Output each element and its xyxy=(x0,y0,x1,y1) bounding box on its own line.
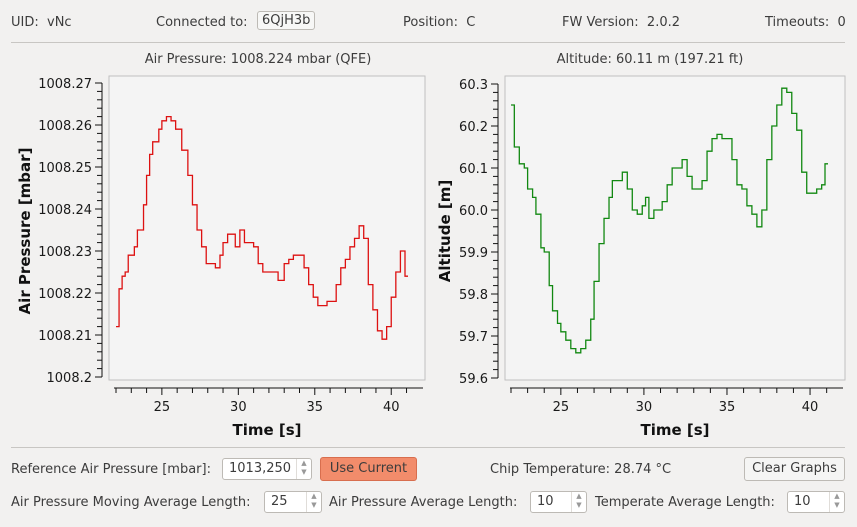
spin-arrows-icon[interactable]: ▲ ▼ xyxy=(829,492,844,512)
x-tick-label: 25 xyxy=(553,400,570,415)
y-tick-label: 60.3 xyxy=(459,78,488,93)
y-tick-label: 59.8 xyxy=(459,288,488,303)
x-tick-label: 30 xyxy=(636,400,653,415)
spin-arrows-icon[interactable]: ▲ ▼ xyxy=(306,492,321,512)
temperature-average-spinbox[interactable]: 10 ▲ ▼ xyxy=(787,491,845,513)
pressure-average-value[interactable]: 10 xyxy=(537,494,554,509)
temperature-average-label: Temperate Average Length: xyxy=(595,495,775,510)
chip-temperature-readout: Chip Temperature: 28.74 °C xyxy=(490,462,672,477)
x-axis-label: Time [s] xyxy=(640,421,709,439)
x-tick-label: 40 xyxy=(802,400,819,415)
y-tick-label: 60.0 xyxy=(459,204,488,219)
use-current-button[interactable]: Use Current xyxy=(320,457,417,481)
y-tick-label: 60.2 xyxy=(459,120,488,135)
y-tick-label: 59.6 xyxy=(459,372,488,387)
reference-pressure-label: Reference Air Pressure [mbar]: xyxy=(11,462,211,477)
y-tick-labels: 59.6 59.7 59.8 59.9 60.0 60.1 60.2 60.3 xyxy=(459,78,488,387)
spin-arrows-icon[interactable]: ▲ ▼ xyxy=(571,492,586,512)
chart-svg: 59.6 59.7 59.8 59.9 60.0 60.1 60.2 60.3 25 30 35 40… xyxy=(436,75,846,439)
y-axis-label: Altitude [m] xyxy=(436,180,454,282)
controls-divider xyxy=(11,447,845,448)
spin-arrows-icon[interactable]: ▲ ▼ xyxy=(296,459,311,479)
y-tick-label: 59.9 xyxy=(459,246,488,261)
temperature-average-value[interactable]: 10 xyxy=(794,494,811,509)
y-tick-label: 59.7 xyxy=(459,330,488,345)
pressure-average-spinbox[interactable]: 10 ▲ ▼ xyxy=(530,491,587,513)
clear-graphs-button[interactable]: Clear Graphs xyxy=(744,457,845,481)
reference-pressure-spinbox[interactable]: 1013,250 ▲ ▼ xyxy=(222,458,312,480)
x-tick-label: 35 xyxy=(719,400,736,415)
plot-area xyxy=(504,75,846,381)
pressure-average-label: Air Pressure Average Length: xyxy=(329,495,518,510)
moving-average-label: Air Pressure Moving Average Length: xyxy=(11,495,251,510)
altitude-chart: 59.6 59.7 59.8 59.9 60.0 60.1 60.2 60.3 25 30 35 40… xyxy=(0,0,857,445)
reference-pressure-value[interactable]: 1013,250 xyxy=(229,461,291,476)
y-tick-label: 60.1 xyxy=(459,162,488,177)
moving-average-spinbox[interactable]: 25 ▲ ▼ xyxy=(264,491,322,513)
x-tick-labels: 25 30 35 40 xyxy=(553,400,819,415)
moving-average-value[interactable]: 25 xyxy=(271,494,288,509)
